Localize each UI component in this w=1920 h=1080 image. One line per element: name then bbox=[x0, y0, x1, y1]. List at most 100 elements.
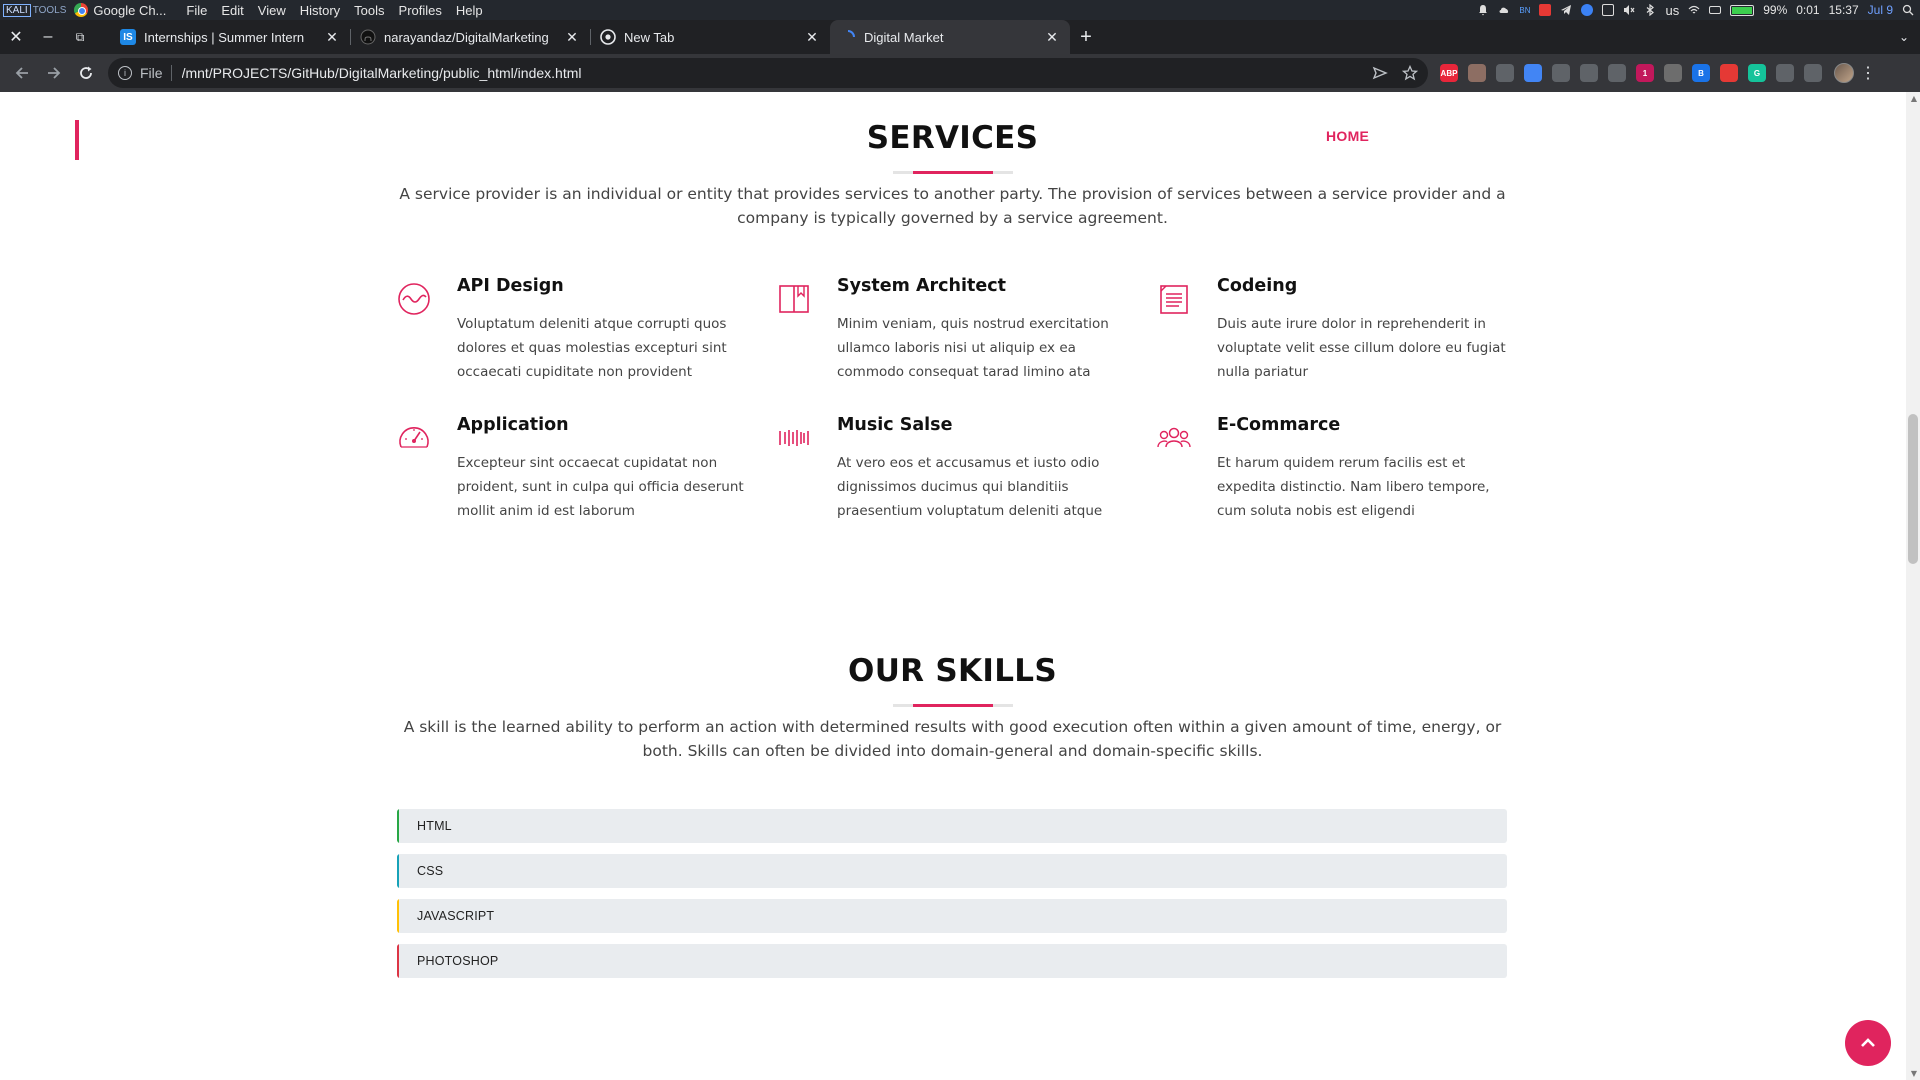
chrome-app-icon bbox=[74, 3, 89, 17]
tab-close-icon[interactable]: ✕ bbox=[324, 29, 340, 46]
extensions-puzzle-icon[interactable] bbox=[1776, 64, 1794, 82]
skill-bar-css: CSS bbox=[397, 854, 1507, 888]
skill-bar-html: HTML bbox=[397, 809, 1507, 843]
scrollbar-thumb[interactable] bbox=[1908, 414, 1918, 564]
window-restore-button[interactable]: ⧉ bbox=[64, 20, 96, 54]
menu-profiles[interactable]: Profiles bbox=[399, 3, 442, 18]
url-scheme-label: File bbox=[140, 65, 163, 81]
extension-badge-icon[interactable]: 1 bbox=[1636, 64, 1654, 82]
skills-title: OUR SKILLS bbox=[848, 653, 1057, 689]
extension-cards-icon[interactable] bbox=[1720, 64, 1738, 82]
info-tray-icon[interactable] bbox=[1581, 4, 1594, 16]
omnibox-divider bbox=[170, 65, 172, 81]
app-menu-bar: File Edit View History Tools Profiles He… bbox=[186, 3, 482, 18]
side-panel-icon[interactable] bbox=[1804, 64, 1822, 82]
service-title: API Design bbox=[457, 276, 564, 296]
notification-bell-icon[interactable] bbox=[1477, 4, 1489, 16]
send-icon[interactable] bbox=[1372, 65, 1388, 81]
arrow-right-icon bbox=[48, 67, 61, 79]
tab-new-tab[interactable]: New Tab ✕ bbox=[590, 20, 830, 54]
clock[interactable]: 15:37 bbox=[1829, 3, 1859, 17]
extension-page-icon[interactable] bbox=[1608, 64, 1626, 82]
active-app-name[interactable]: Google Ch... bbox=[93, 3, 166, 18]
tab-close-icon[interactable]: ✕ bbox=[564, 29, 580, 46]
tab-label: narayandaz/DigitalMarketing bbox=[384, 29, 549, 45]
menu-history[interactable]: History bbox=[300, 3, 340, 18]
loading-icon bbox=[847, 30, 855, 38]
window-close-button[interactable]: ✕ bbox=[0, 20, 32, 54]
kali-menu-button[interactable]: KALI TOOLS bbox=[3, 3, 67, 17]
adblock-plus-icon[interactable]: ABP bbox=[1440, 64, 1458, 82]
keyboard-layout-us[interactable]: us bbox=[1665, 3, 1679, 18]
back-to-top-button[interactable] bbox=[1845, 1020, 1891, 1066]
skill-bar-color bbox=[397, 899, 399, 933]
extension-pen-icon[interactable] bbox=[1552, 64, 1570, 82]
skill-bar-photoshop: PHOTOSHOP bbox=[397, 944, 1507, 978]
menu-file[interactable]: File bbox=[186, 3, 207, 18]
extension-owl-icon[interactable] bbox=[1468, 64, 1486, 82]
browser-menu-icon[interactable]: ⋮ bbox=[1860, 63, 1876, 83]
speedometer-icon bbox=[399, 427, 429, 448]
skill-label: JAVASCRIPT bbox=[417, 909, 495, 923]
scroll-down-icon[interactable]: ▼ bbox=[1911, 1069, 1917, 1078]
tab-close-icon[interactable]: ✕ bbox=[1044, 29, 1060, 46]
clipboard-icon[interactable] bbox=[1602, 4, 1615, 16]
back-button[interactable] bbox=[6, 57, 38, 89]
battery-icon[interactable] bbox=[1730, 4, 1755, 16]
extension-print-icon[interactable] bbox=[1496, 64, 1514, 82]
bookmark-star-icon[interactable] bbox=[1402, 65, 1418, 81]
scroll-up-icon[interactable]: ▲ bbox=[1911, 94, 1917, 103]
reload-button[interactable] bbox=[70, 57, 102, 89]
mail-icon[interactable] bbox=[1539, 4, 1552, 16]
tab-digital-market[interactable]: Digital Market ✕ bbox=[830, 20, 1070, 54]
site-info-icon[interactable]: i bbox=[118, 66, 132, 80]
service-title: Music Salse bbox=[837, 415, 953, 435]
telegram-icon[interactable] bbox=[1560, 4, 1572, 16]
system-panel: KALI TOOLS Google Ch... File Edit View H… bbox=[0, 0, 1920, 20]
skill-bar-color bbox=[397, 809, 399, 843]
date[interactable]: Jul 9 bbox=[1868, 3, 1893, 17]
tab-search-chevron-icon[interactable]: ⌄ bbox=[1888, 30, 1920, 44]
tab-github[interactable]: narayandaz/DigitalMarketing ✕ bbox=[350, 20, 590, 54]
menu-help[interactable]: Help bbox=[456, 3, 483, 18]
document-lines-icon bbox=[1160, 285, 1188, 314]
forward-button[interactable] bbox=[38, 57, 70, 89]
menu-view[interactable]: View bbox=[258, 3, 286, 18]
tab-label: Internships | Summer Intern bbox=[144, 29, 305, 45]
tab-internships[interactable]: IS Internships | Summer Intern ✕ bbox=[110, 20, 350, 54]
skill-label: HTML bbox=[417, 819, 452, 833]
wave-circle-icon bbox=[398, 283, 430, 315]
battery-percent: 99% bbox=[1763, 3, 1788, 17]
search-icon[interactable] bbox=[1902, 4, 1914, 16]
extension-b-icon[interactable]: B bbox=[1692, 64, 1710, 82]
service-text: Minim veniam, quis nostrud exercitation … bbox=[837, 316, 1109, 380]
extension-pdf-icon[interactable] bbox=[1664, 64, 1682, 82]
drive-icon[interactable] bbox=[1709, 6, 1722, 14]
tab-strip: ✕ – ⧉ IS Internships | Summer Intern ✕ n… bbox=[0, 20, 1920, 54]
cloud-icon[interactable] bbox=[1498, 4, 1510, 16]
uptime-text: 0:01 bbox=[1796, 3, 1820, 17]
grammarly-icon[interactable]: G bbox=[1748, 64, 1766, 82]
people-icon bbox=[1157, 427, 1191, 448]
wifi-icon[interactable] bbox=[1688, 4, 1700, 16]
menu-edit[interactable]: Edit bbox=[221, 3, 243, 18]
page-viewport: HOME SERVICES A service provider is an i… bbox=[0, 92, 1920, 1080]
volume-muted-icon[interactable] bbox=[1623, 4, 1635, 16]
new-tab-button[interactable]: + bbox=[1070, 20, 1102, 54]
service-system-architect: System Architect Minim veniam, quis nost… bbox=[777, 276, 1117, 396]
service-codeing: Codeing Duis aute irure dolor in reprehe… bbox=[1157, 276, 1506, 396]
page-scrollbar[interactable]: ▲ ▼ bbox=[1906, 92, 1920, 1080]
keyboard-layout-bn[interactable]: BN bbox=[1519, 6, 1530, 15]
address-bar[interactable]: i File /mnt/PROJECTS/GitHub/DigitalMarke… bbox=[108, 58, 1428, 88]
arrow-left-icon bbox=[15, 67, 28, 79]
tab-close-icon[interactable]: ✕ bbox=[804, 29, 820, 46]
skill-bar-javascript: JAVASCRIPT bbox=[397, 899, 1507, 933]
kali-tools-text: TOOLS bbox=[32, 4, 67, 16]
url-text[interactable]: /mnt/PROJECTS/GitHub/DigitalMarketing/pu… bbox=[182, 65, 1358, 81]
extension-screen-icon[interactable] bbox=[1580, 64, 1598, 82]
bluetooth-icon[interactable] bbox=[1644, 4, 1656, 16]
profile-avatar[interactable] bbox=[1834, 63, 1854, 83]
google-translate-icon[interactable] bbox=[1524, 64, 1542, 82]
menu-tools[interactable]: Tools bbox=[354, 3, 384, 18]
window-minimize-button[interactable]: – bbox=[32, 20, 64, 54]
